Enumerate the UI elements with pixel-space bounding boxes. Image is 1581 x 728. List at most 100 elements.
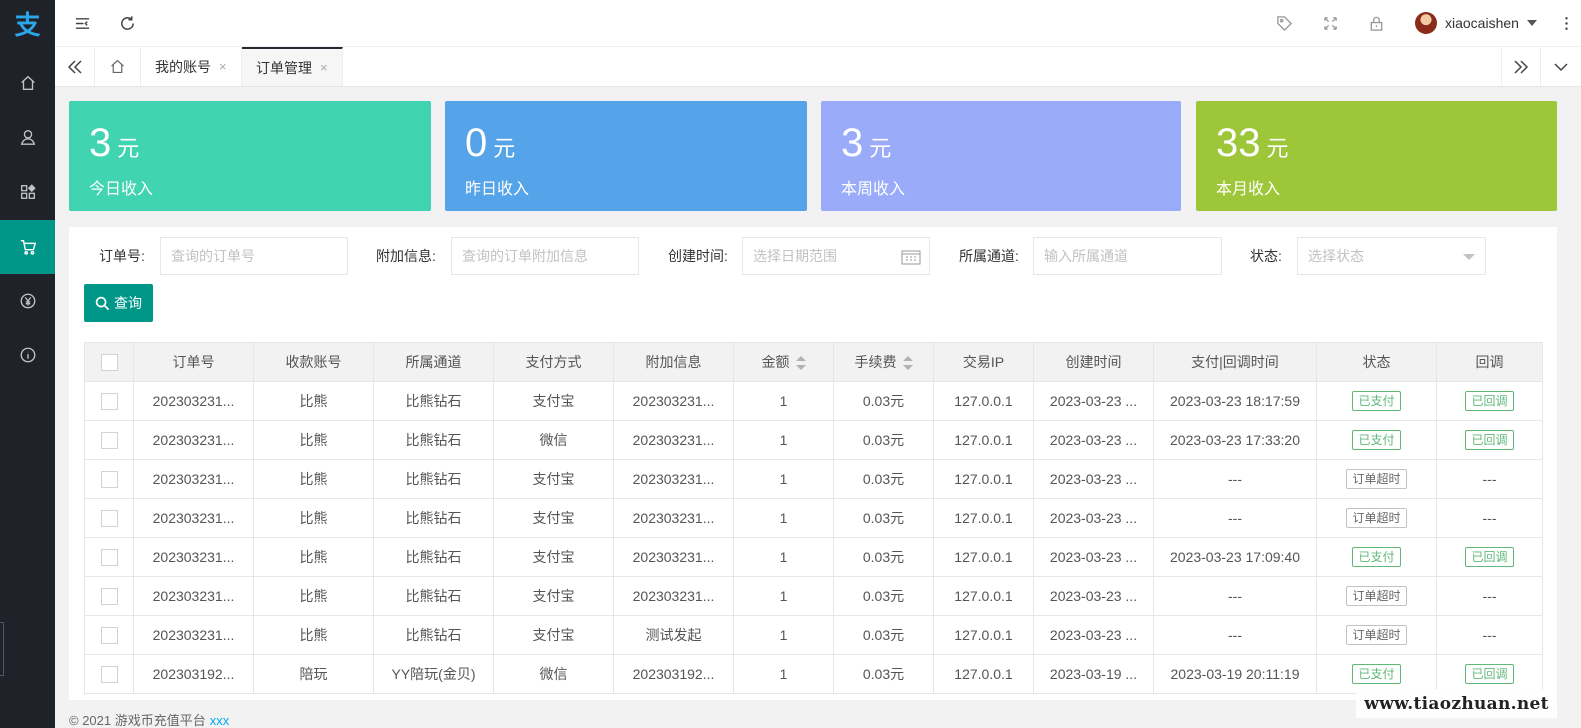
tab-scroll-right-button[interactable] (1501, 47, 1541, 86)
column-header: 所属通道 (373, 342, 494, 382)
more-button[interactable] (1551, 0, 1581, 46)
row-checkbox[interactable] (100, 392, 118, 410)
column-header: 订单号 (133, 342, 254, 382)
sort-icon[interactable] (902, 356, 913, 371)
table-row[interactable]: 202303231... 比熊 比熊钻石 支付宝 测试发起 1 0.03元 127.0.0.1… (84, 615, 1543, 655)
cell-paytime: --- (1153, 615, 1317, 655)
cell-extra: 202303192... (613, 654, 734, 694)
sidebar-item-home[interactable] (0, 56, 55, 110)
column-header: 支付方式 (493, 342, 614, 382)
tag-button[interactable] (1269, 0, 1299, 46)
table-row[interactable]: 202303231... 比熊 比熊钻石 微信 202303231... 1 0.03元 12… (84, 420, 1543, 460)
sidebar-item-about[interactable] (0, 328, 55, 382)
table-row[interactable]: 202303231... 比熊 比熊钻石 支付宝 202303231... 1 0.03元 1… (84, 459, 1543, 499)
cell-pay: 微信 (493, 420, 614, 460)
stat-card-week: 3元 本周收入 (821, 101, 1181, 211)
sidebar-item-apps[interactable] (0, 165, 55, 219)
user-icon (20, 130, 35, 145)
order-no-input[interactable]: 查询的订单号 (160, 237, 348, 275)
status-label: 状态: (1250, 248, 1282, 264)
username: xiaocaishen (1445, 15, 1519, 31)
app-logo[interactable]: 支 (0, 0, 55, 47)
close-icon[interactable]: × (320, 60, 328, 75)
callback-badge: 已回调 (1465, 664, 1514, 684)
stat-value: 33 (1216, 121, 1261, 165)
stat-unit: 元 (869, 136, 892, 161)
footer: © 2021 游戏币充值平台 xxx (69, 710, 229, 728)
row-checkbox[interactable] (100, 548, 118, 566)
cell-order: 202303231... (133, 537, 254, 577)
orders-table: 订单号 收款账号 所属通道 支付方式 附加信息 金额 手续费 交易IP 创建时间… (84, 342, 1543, 694)
order-no-label: 订单号: (99, 248, 145, 264)
row-checkbox[interactable] (100, 626, 118, 644)
cell-channel: YY陪玩(金贝) (373, 654, 494, 694)
cell-status: 已支付 (1316, 381, 1437, 421)
cell-channel: 比熊钻石 (373, 381, 494, 421)
cell-status: 已支付 (1316, 654, 1437, 694)
cell-account: 比熊 (253, 576, 374, 616)
tab-order-management[interactable]: 订单管理 × (242, 47, 343, 86)
cell-callback: --- (1436, 459, 1543, 499)
yen-icon (20, 293, 35, 309)
menu-fold-icon (75, 17, 89, 29)
table-row[interactable]: 202303231... 比熊 比熊钻石 支付宝 202303231... 1 0.03元 1… (84, 576, 1543, 616)
status-select[interactable]: 选择状态 (1297, 237, 1486, 275)
row-checkbox[interactable] (100, 665, 118, 683)
sidebar-item-orders[interactable] (0, 220, 55, 274)
cell-order: 202303231... (133, 459, 254, 499)
lock-button[interactable] (1361, 0, 1391, 46)
apps-icon (20, 184, 36, 199)
fee-column-header[interactable]: 手续费 (833, 342, 934, 382)
refresh-button[interactable] (112, 0, 142, 46)
row-select-cell (84, 654, 134, 694)
table-row[interactable]: 202303231... 比熊 比熊钻石 支付宝 202303231... 1 0.03元 1… (84, 537, 1543, 577)
cell-paytime: --- (1153, 459, 1317, 499)
sort-icon[interactable] (795, 356, 806, 371)
cell-ip: 127.0.0.1 (933, 537, 1034, 577)
cell-pay: 支付宝 (493, 381, 614, 421)
created-time-label: 创建时间: (668, 248, 728, 264)
row-checkbox[interactable] (100, 587, 118, 605)
double-chevron-left-icon (67, 59, 82, 74)
cell-channel: 比熊钻石 (373, 615, 494, 655)
stat-label: 本月收入 (1216, 181, 1281, 198)
table-row[interactable]: 202303231... 比熊 比熊钻石 支付宝 202303231... 1 0.03元 1… (84, 498, 1543, 538)
extra-info-input[interactable]: 查询的订单附加信息 (451, 237, 639, 275)
tab-home[interactable] (95, 47, 141, 86)
cell-order: 202303231... (133, 498, 254, 538)
footer-link[interactable]: xxx (210, 713, 230, 728)
placeholder: 查询的订单附加信息 (462, 248, 588, 264)
cell-fee: 0.03元 (833, 498, 934, 538)
select-all-checkbox[interactable] (100, 353, 118, 371)
row-checkbox[interactable] (100, 431, 118, 449)
sidebar-item-finance[interactable] (0, 274, 55, 328)
table-row[interactable]: 202303192... 陪玩 YY陪玩(金贝) 微信 202303192... 1 0.0… (84, 654, 1543, 694)
cell-ip: 127.0.0.1 (933, 420, 1034, 460)
status-badge: 已支付 (1352, 430, 1401, 450)
tab-scroll-left-button[interactable] (55, 47, 95, 86)
cell-account: 比熊 (253, 381, 374, 421)
sidebar-item-user[interactable] (0, 110, 55, 164)
tab-label: 我的账号 (155, 58, 211, 75)
close-icon[interactable]: × (219, 59, 227, 74)
stat-label: 今日收入 (89, 181, 154, 198)
user-menu[interactable]: xiaocaishen (1415, 0, 1537, 46)
cell-extra: 测试发起 (613, 615, 734, 655)
stat-value: 3 (89, 121, 112, 165)
cell-channel: 比熊钻石 (373, 576, 494, 616)
fullscreen-button[interactable] (1315, 0, 1345, 46)
date-range-input[interactable]: 选择日期范围 (742, 237, 930, 275)
info-icon (20, 347, 35, 363)
stat-unit: 元 (117, 136, 140, 161)
query-button[interactable]: 查询 (84, 284, 153, 322)
column-header: 支付|回调时间 (1153, 342, 1317, 382)
menu-fold-button[interactable] (67, 0, 97, 46)
table-row[interactable]: 202303231... 比熊 比熊钻石 支付宝 202303231... 1 0.03元 1… (84, 381, 1543, 421)
row-checkbox[interactable] (100, 509, 118, 527)
tab-menu-button[interactable] (1541, 47, 1581, 86)
amount-column-header[interactable]: 金额 (733, 342, 834, 382)
channel-input[interactable]: 输入所属通道 (1033, 237, 1222, 275)
row-select-cell (84, 420, 134, 460)
tab-my-account[interactable]: 我的账号 × (141, 47, 242, 86)
row-checkbox[interactable] (100, 470, 118, 488)
